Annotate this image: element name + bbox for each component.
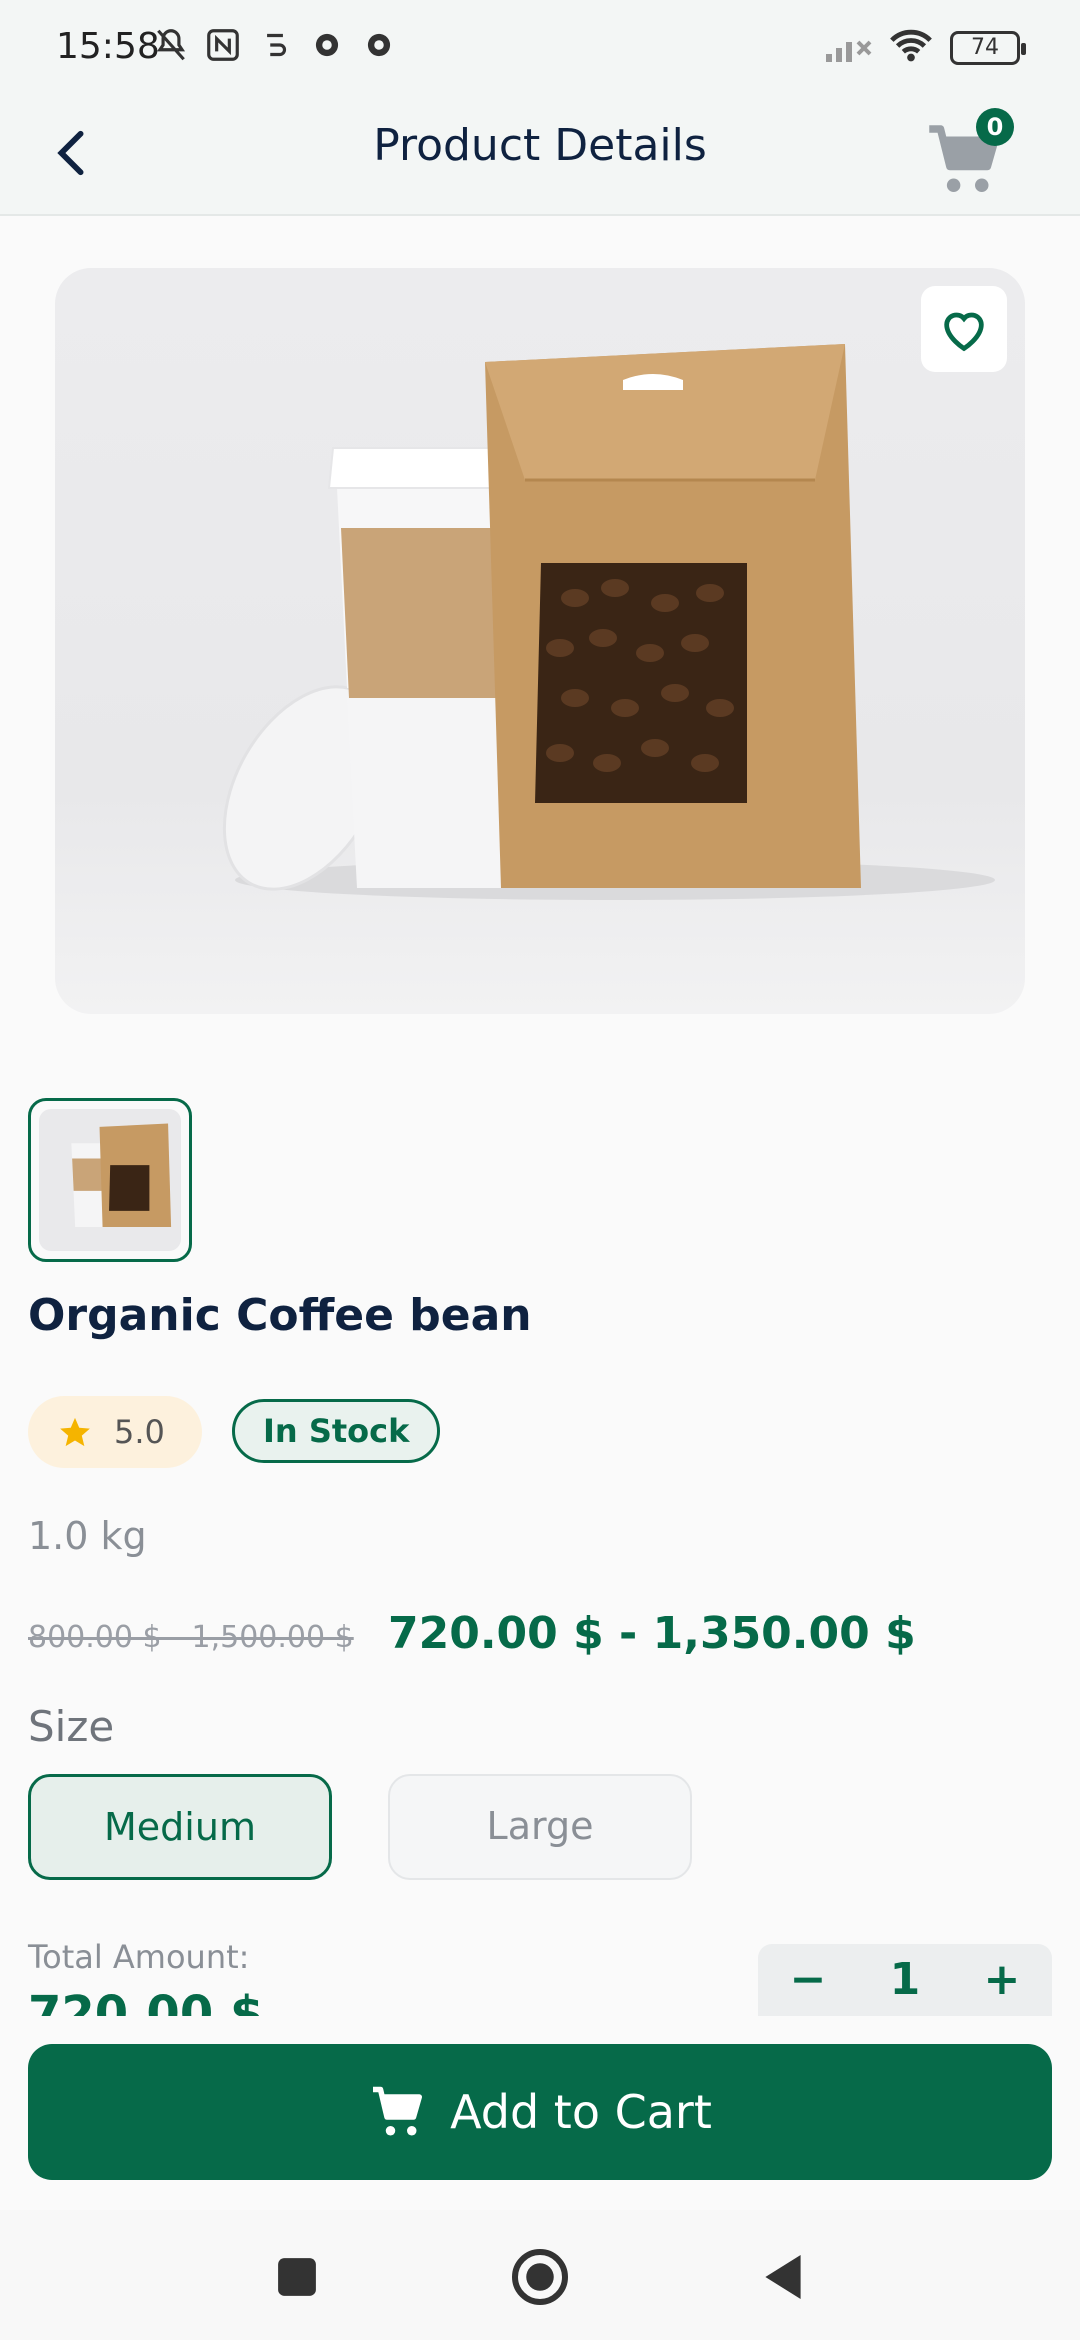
home-button[interactable] (505, 2242, 575, 2312)
total-amount-label: Total Amount: (28, 1938, 250, 1976)
heart-icon (944, 312, 984, 352)
circle-icon (512, 2249, 568, 2305)
nfc-icon (204, 26, 242, 64)
total-amount-value: 720.00 $ (28, 1986, 264, 2016)
status-time: 15:58 (56, 26, 160, 67)
app-bar: Product Details 0 (0, 90, 1080, 216)
product-weight: 1.0 kg (28, 1514, 147, 1558)
cart-button[interactable]: 0 (918, 104, 1018, 204)
add-to-cart-button[interactable]: Add to Cart (28, 2044, 1052, 2180)
square-icon (278, 2258, 316, 2296)
quantity-stepper: − 1 + (758, 1944, 1052, 2016)
rating-value: 5.0 (114, 1413, 165, 1451)
add-to-cart-label: Add to Cart (450, 2085, 712, 2139)
star-icon (60, 1417, 90, 1447)
stock-badge: In Stock (232, 1399, 441, 1463)
decrement-button[interactable]: − (790, 1944, 827, 2016)
gear-icon (360, 26, 398, 64)
recents-button[interactable] (262, 2242, 332, 2312)
battery-icon: 74 (950, 31, 1026, 65)
cart-badge: 0 (976, 108, 1014, 146)
wifi-icon (888, 28, 934, 68)
product-photo (222, 344, 995, 900)
size-label: Size (28, 1702, 115, 1751)
sale-price: 720.00 $ - 1,350.00 $ (388, 1608, 916, 1659)
signal-icon (824, 29, 872, 67)
status-bar: 15:58 74 (0, 0, 1080, 90)
size-option-large[interactable]: Large (388, 1774, 692, 1880)
cart-icon (373, 2086, 423, 2136)
gear-icon (308, 26, 346, 64)
system-nav-bar (0, 2210, 1080, 2340)
quantity-value: 1 (889, 1954, 921, 2005)
size-option-medium[interactable]: Medium (28, 1774, 332, 1880)
increment-button[interactable]: + (984, 1944, 1021, 2016)
product-image (55, 268, 1025, 1014)
back-nav-button[interactable] (748, 2242, 818, 2312)
sim-icon (256, 26, 294, 64)
product-name: Organic Coffee bean (28, 1290, 532, 1341)
favorite-button[interactable] (921, 286, 1007, 372)
original-price: 800.00 $ - 1,500.00 $ (28, 1620, 354, 1655)
status-icons (152, 26, 398, 64)
product-thumbnail[interactable] (28, 1098, 192, 1262)
thumbnail-photo (71, 1123, 172, 1228)
mute-icon (152, 26, 190, 64)
rating-badge: 5.0 (28, 1396, 202, 1468)
triangle-back-icon (765, 2255, 801, 2299)
